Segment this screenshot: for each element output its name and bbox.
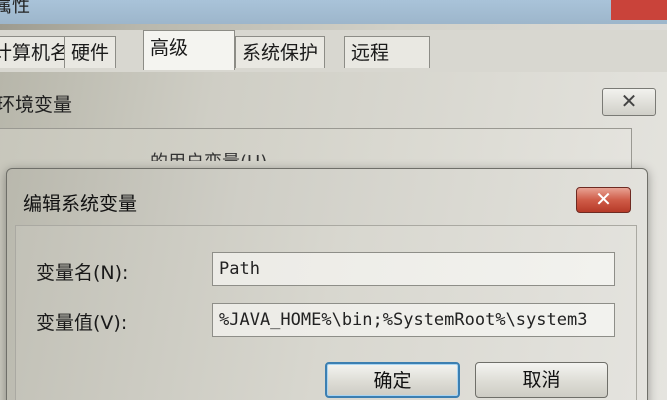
env-dialog-close-button[interactable]: ✕ [602, 88, 656, 116]
ok-button[interactable]: 确定 [325, 362, 460, 398]
tab-system-protection[interactable]: 系统保护 [235, 36, 326, 68]
system-properties-title: 属性 [0, 0, 30, 17]
tab-strip: 计算机名 硬件 高级 系统保护 远程 [0, 30, 667, 73]
env-dialog-title: 环境变量 [0, 94, 73, 116]
dialog-close-button[interactable]: ✕ [576, 187, 631, 213]
tab-advanced[interactable]: 高级 [143, 30, 235, 70]
window-close-button[interactable] [611, 0, 667, 20]
dialog-title: 编辑系统变量 [23, 193, 138, 215]
system-properties-titlebar: 属性 [0, 0, 667, 24]
variable-name-input[interactable]: Path [212, 252, 615, 286]
close-icon: ✕ [620, 89, 638, 113]
tab-hardware[interactable]: 硬件 [64, 36, 117, 68]
variable-name-label: 变量名(N): [36, 262, 129, 284]
tab-remote[interactable]: 远程 [344, 36, 430, 68]
variable-value-label: 变量值(V): [36, 312, 128, 334]
variable-value-input[interactable]: %JAVA_HOME%\bin;%SystemRoot%\system3 [212, 303, 615, 337]
cancel-button[interactable]: 取消 [475, 362, 608, 398]
close-icon: ✕ [595, 187, 612, 211]
